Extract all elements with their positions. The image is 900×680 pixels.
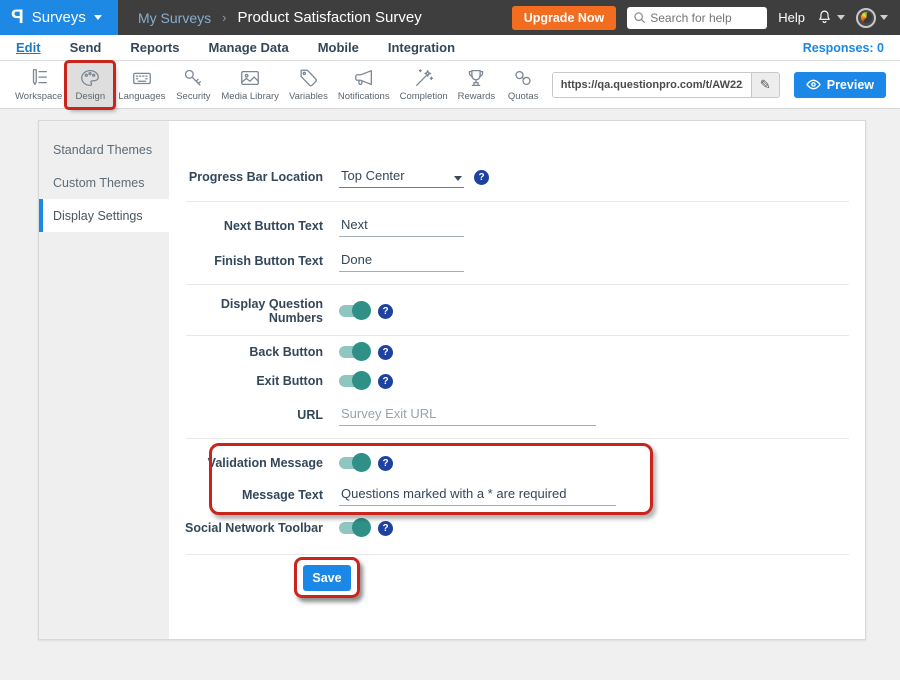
nav-tab-integration[interactable]: Integration [388,40,455,55]
product-menu[interactable]: P Surveys [0,0,118,35]
divider [186,438,849,439]
tool-item-design[interactable]: Design [67,63,113,107]
nav-tab-send[interactable]: Send [70,40,102,55]
next-button-text-row: Next Button Text [169,213,849,239]
responses-count[interactable]: Responses: 0 [803,41,884,55]
tool-item-languages[interactable]: Languages [113,63,170,107]
sidebar-item-standard-themes[interactable]: Standard Themes [39,133,169,166]
upgrade-now-button[interactable]: Upgrade Now [512,6,617,30]
display-question-numbers-row: Display Question Numbers [169,298,849,324]
social-network-toolbar-toggle[interactable] [339,522,368,534]
edit-url-pencil-icon[interactable]: ✎ [751,73,779,97]
design-sidebar: Standard Themes Custom Themes Display Se… [39,121,169,639]
questionpro-logo-icon: P [11,7,24,29]
message-text-input[interactable] [339,484,616,506]
variables-tag-icon [296,67,320,89]
divider [186,554,849,555]
back-button-row: Back Button [169,339,849,365]
eye-icon [806,78,821,91]
chevron-down-icon [94,15,102,20]
progress-bar-location-select[interactable]: Top Center [339,166,464,188]
avatar [856,8,876,28]
survey-url-input[interactable] [553,73,751,97]
tool-item-rewards[interactable]: Rewards [453,63,501,107]
nav-tab-manage-data[interactable]: Manage Data [208,40,288,55]
header-right-group: Upgrade Now Help [512,6,900,30]
tool-item-workspace[interactable]: Workspace [10,63,67,107]
help-icon[interactable] [378,374,393,389]
security-key-icon [181,67,205,89]
notifications-megaphone-icon [352,67,376,89]
design-palette-icon [78,67,102,89]
display-question-numbers-toggle[interactable] [339,305,368,317]
product-menu-label: Surveys [32,9,86,26]
page-title: Product Satisfaction Survey [237,9,421,26]
validation-message-toggle[interactable] [339,457,368,469]
survey-url-group: ✎ Preview [552,72,900,98]
top-header: P Surveys My Surveys › Product Satisfact… [0,0,900,35]
save-button[interactable]: Save [303,565,351,591]
chevron-down-icon [454,176,462,181]
tool-item-media-library[interactable]: Media Library [216,63,284,107]
message-text-row: Message Text [169,482,849,508]
help-icon[interactable] [378,521,393,536]
next-button-text-input[interactable] [339,215,464,237]
media-library-image-icon [238,67,262,89]
nav-tab-mobile[interactable]: Mobile [318,40,359,55]
help-search[interactable] [627,7,767,29]
rewards-trophy-icon [464,67,488,89]
languages-keyboard-icon [130,67,154,89]
preview-button[interactable]: Preview [794,72,886,98]
tool-item-quotas[interactable]: Quotas [500,63,546,107]
help-search-input[interactable] [650,11,761,25]
help-link[interactable]: Help [778,10,805,25]
tool-item-completion[interactable]: Completion [395,63,453,107]
survey-url-box: ✎ [552,72,780,98]
progress-bar-location-row: Progress Bar Location Top Center [169,164,849,190]
display-settings-panel: Progress Bar Location Top Center Next Bu… [169,121,865,639]
chevron-down-icon [837,15,845,20]
completion-wand-icon [412,67,436,89]
validation-message-row: Validation Message [169,450,849,476]
exit-url-row: URL [169,402,849,428]
notifications-menu[interactable] [816,9,845,26]
breadcrumb-my-surveys[interactable]: My Surveys [138,10,211,26]
exit-url-input[interactable] [339,404,596,426]
help-icon[interactable] [378,345,393,360]
sidebar-item-display-settings[interactable]: Display Settings [39,199,169,232]
workspace-icon [27,67,51,89]
nav-tab-reports[interactable]: Reports [130,40,179,55]
tool-item-variables[interactable]: Variables [284,63,333,107]
help-icon[interactable] [378,456,393,471]
finish-button-text-input[interactable] [339,250,464,272]
exit-button-row: Exit Button [169,368,849,394]
divider [186,201,849,202]
tool-item-notifications[interactable]: Notifications [333,63,395,107]
chevron-down-icon [880,15,888,20]
survey-nav: Edit Send Reports Manage Data Mobile Int… [0,35,900,61]
design-settings-card: Standard Themes Custom Themes Display Se… [38,120,866,640]
back-button-toggle[interactable] [339,346,368,358]
nav-tab-edit[interactable]: Edit [16,40,41,55]
breadcrumb-separator: › [222,10,226,25]
social-network-toolbar-row: Social Network Toolbar [169,515,849,541]
bell-icon [816,9,833,26]
divider [186,284,849,285]
breadcrumb: My Surveys › Product Satisfaction Survey [138,9,422,26]
sidebar-item-custom-themes[interactable]: Custom Themes [39,166,169,199]
help-icon[interactable] [378,304,393,319]
divider [186,335,849,336]
exit-button-toggle[interactable] [339,375,368,387]
quotas-links-icon [511,67,535,89]
help-icon[interactable] [474,170,489,185]
finish-button-text-row: Finish Button Text [169,248,849,274]
account-menu[interactable] [856,8,888,28]
search-icon [633,11,646,24]
edit-toolbar: Workspace Design Languages Security Medi… [0,61,900,109]
tool-item-security[interactable]: Security [170,63,216,107]
